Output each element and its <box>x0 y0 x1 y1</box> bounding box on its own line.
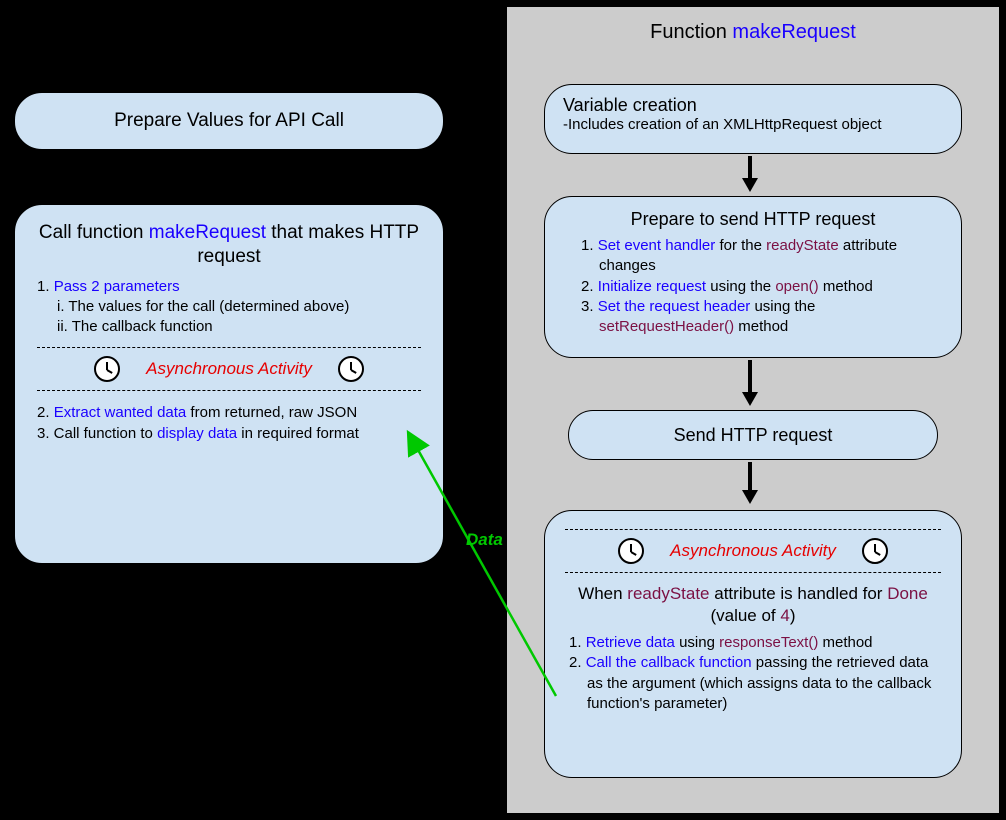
dash-sep <box>565 572 941 573</box>
var-creation-sub: -Includes creation of an XMLHttpRequest … <box>563 116 943 133</box>
dash-sep <box>37 390 421 391</box>
async-label: Asynchronous Activity <box>146 359 312 379</box>
call-function-box: Call function makeRequest that makes HTT… <box>14 204 444 564</box>
clock-icon <box>94 356 120 382</box>
send-http-title: Send HTTP request <box>674 425 833 446</box>
panel-title-prefix: Function <box>650 21 732 43</box>
async-row: Asynchronous Activity <box>565 534 941 568</box>
panel-title-fn: makeRequest <box>732 21 855 43</box>
prepare-values-title: Prepare Values for API Call <box>114 110 344 132</box>
async-label: Asynchronous Activity <box>670 541 836 561</box>
ready-state-text: When readyState attribute is handled for… <box>565 583 941 627</box>
prepare-send-box: Prepare to send HTTP request 1. Set even… <box>544 196 962 358</box>
prepare-send-title: Prepare to send HTTP request <box>565 209 941 230</box>
async-response-box: Asynchronous Activity When readyState at… <box>544 510 962 778</box>
variable-creation-box: Variable creation -Includes creation of … <box>544 84 962 154</box>
data-label: Data <box>466 530 503 550</box>
var-creation-title: Variable creation <box>563 95 943 116</box>
call-function-title: Call function makeRequest that makes HTT… <box>37 221 421 269</box>
clock-icon <box>618 538 644 564</box>
send-http-box: Send HTTP request <box>568 410 938 460</box>
call-fn-list-bottom: 2. Extract wanted data from returned, ra… <box>37 403 421 444</box>
panel-title: Function makeRequest <box>507 7 999 50</box>
prepare-values-box: Prepare Values for API Call <box>14 92 444 150</box>
dash-sep <box>565 529 941 530</box>
async-row: Asynchronous Activity <box>37 352 421 386</box>
dash-sep <box>37 347 421 348</box>
clock-icon <box>338 356 364 382</box>
call-fn-list-top: 1. Pass 2 parameters i. The values for t… <box>37 277 421 338</box>
clock-icon <box>862 538 888 564</box>
